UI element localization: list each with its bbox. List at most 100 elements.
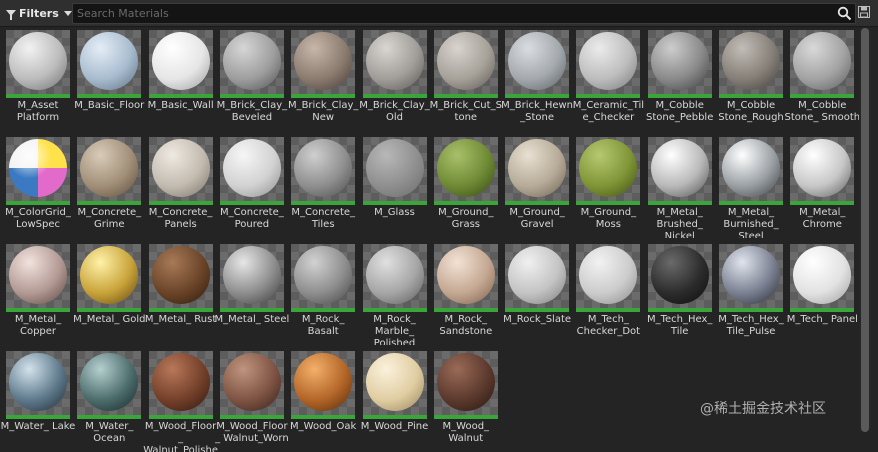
material-thumbnail [148, 351, 213, 415]
material-label: M_Ground_ Gravel [509, 207, 565, 230]
material-tile[interactable]: M_Brick_Clay_Beveled [217, 30, 287, 131]
material-tile[interactable]: M_Brick_Cut_Stone [430, 30, 502, 131]
material-tile[interactable]: M_Metal_ Steel [215, 244, 289, 345]
material-tile[interactable]: M_Metal_ Brushed_ Nickel [647, 137, 712, 238]
material-label: M_Metal_ Burnished_ Steel [723, 207, 779, 238]
material-sphere-preview [151, 32, 210, 90]
material-tile[interactable]: M_Wood_Pine [361, 351, 428, 452]
material-tile[interactable]: M_Rock_ Sandstone [433, 244, 498, 345]
material-tile[interactable]: M_Cobble Stone_Pebble [646, 30, 713, 131]
toolbar: Filters [0, 0, 878, 27]
material-sphere-preview [9, 139, 67, 197]
material-tile[interactable]: M_Ceramic_Tile_Checker [573, 30, 644, 131]
material-tile[interactable]: M_Concrete_ Poured [219, 137, 284, 238]
material-type-bar [77, 308, 142, 312]
material-thumbnail [719, 244, 783, 308]
material-tile[interactable]: M_Water_ Ocean [77, 351, 142, 452]
material-thumbnail [6, 30, 70, 94]
material-label: M_Concrete_ Tiles [291, 207, 356, 230]
material-tile[interactable]: M_Rock_ Marble_ Polished [362, 244, 427, 345]
material-tile[interactable]: M_Wood_ Walnut [433, 351, 498, 452]
material-type-bar [719, 308, 783, 312]
material-sphere-preview [222, 139, 281, 197]
material-thumbnail [77, 137, 142, 201]
material-sphere-preview [365, 139, 424, 197]
material-sphere-preview [436, 139, 495, 197]
search-input[interactable] [77, 5, 817, 22]
material-thumbnail [291, 30, 356, 94]
material-sphere-preview [793, 246, 852, 304]
material-thumbnail [291, 244, 356, 308]
material-thumbnail [576, 137, 641, 201]
material-tile[interactable]: M_Basic_Wall [148, 30, 214, 131]
material-tile[interactable]: M_Brick_Clay_Old [359, 30, 430, 131]
material-tile[interactable]: M_Tech_Hex_ Tile [647, 244, 712, 345]
material-type-bar [77, 201, 142, 205]
material-thumbnail [362, 30, 427, 94]
material-tile[interactable]: M_Metal_ Rust [145, 244, 216, 345]
material-tile[interactable]: M_Concrete_ Tiles [291, 137, 356, 238]
material-label: M_Ceramic_Tile_Checker [572, 100, 645, 123]
material-type-bar [77, 94, 142, 98]
material-tile[interactable]: M_Metal_ Copper [6, 244, 70, 345]
material-tile[interactable]: M_Wood_Oak [290, 351, 356, 452]
material-sphere-preview [579, 246, 638, 304]
material-tile[interactable]: M_Basic_Floor [74, 30, 144, 131]
search-box[interactable] [72, 3, 856, 24]
material-tile[interactable]: M_Ground_ Gravel [505, 137, 570, 238]
material-label: M_Tech_Hex_ Tile [646, 314, 713, 337]
material-tile[interactable]: M_Concrete_ Grime [77, 137, 142, 238]
material-tile[interactable]: M_Ground_ Grass [433, 137, 498, 238]
material-tile[interactable]: M_Rock_ Basalt [291, 244, 356, 345]
material-tile[interactable]: M_ColorGrid_ LowSpec [5, 137, 71, 238]
material-tile[interactable]: M_Water_ Lake [1, 351, 75, 452]
search-icon[interactable] [837, 6, 852, 21]
material-tile[interactable]: M_Wood_Floor_ Walnut_Polished [143, 351, 218, 452]
material-type-bar [433, 308, 498, 312]
material-tile[interactable]: M_Ground_ Moss [576, 137, 641, 238]
save-search-icon[interactable] [858, 6, 870, 18]
material-label: M_Concrete_ Grime [77, 207, 142, 230]
material-tile[interactable]: M_Metal_ Chrome [790, 137, 855, 238]
material-tile[interactable]: M_Glass [362, 137, 427, 238]
material-tile[interactable]: M_Cobble Stone_Rough [718, 30, 784, 131]
material-type-bar [219, 415, 284, 419]
material-tile[interactable]: M_Tech_ Checker_Dot [576, 244, 641, 345]
material-tile[interactable]: M_Tech_ Panel [787, 244, 858, 345]
material-tile[interactable]: M_Asset Platform [6, 30, 70, 131]
material-tile[interactable]: M_Cobble Stone_ Smooth [784, 30, 860, 131]
material-label: M_Wood_Pine [360, 421, 429, 432]
material-label: M_Metal_ Rust [144, 314, 217, 325]
material-tile[interactable]: M_Metal_ Burnished_ Steel [719, 137, 783, 238]
material-sphere-preview [151, 139, 210, 197]
material-tile[interactable]: M_Tech_Hex_ Tile_Pulse [718, 244, 784, 345]
material-type-bar [576, 308, 641, 312]
material-thumbnail [219, 244, 284, 308]
material-tile[interactable]: M_Metal_ Gold [73, 244, 146, 345]
material-sphere-preview [80, 139, 139, 197]
material-label: M_Brick_Clay_New [287, 100, 359, 123]
scrollbar-thumb[interactable] [861, 28, 869, 432]
material-type-bar [291, 308, 356, 312]
material-tile[interactable]: M_Brick_Hewn_Stone [501, 30, 573, 131]
material-label: M_Metal_ Steel [214, 314, 290, 325]
filters-dropdown-button[interactable]: Filters [4, 3, 72, 23]
material-type-bar [433, 94, 498, 98]
vertical-scrollbar[interactable] [859, 28, 871, 432]
material-tile[interactable]: M_Wood_Floor_ Walnut_Worn [215, 351, 289, 452]
material-type-bar [576, 201, 641, 205]
material-tile[interactable]: M_Rock_Slate [503, 244, 571, 345]
material-label: M_Asset Platform [16, 100, 60, 123]
material-sphere-preview [294, 139, 353, 197]
material-label: M_Tech_ Checker_Dot [576, 314, 641, 337]
filters-label: Filters [19, 6, 59, 20]
watermark: @稀土掘金技术社区 [700, 401, 826, 417]
material-label: M_Metal_ Brushed_ Nickel [656, 207, 703, 238]
material-tile[interactable]: M_Concrete_ Panels [148, 137, 213, 238]
material-tile[interactable]: M_Brick_Clay_New [288, 30, 358, 131]
material-type-bar [647, 308, 712, 312]
material-label: M_Rock_Slate [503, 314, 572, 325]
material-type-bar [219, 94, 284, 98]
material-thumbnail [6, 137, 70, 201]
material-type-bar [148, 308, 213, 312]
